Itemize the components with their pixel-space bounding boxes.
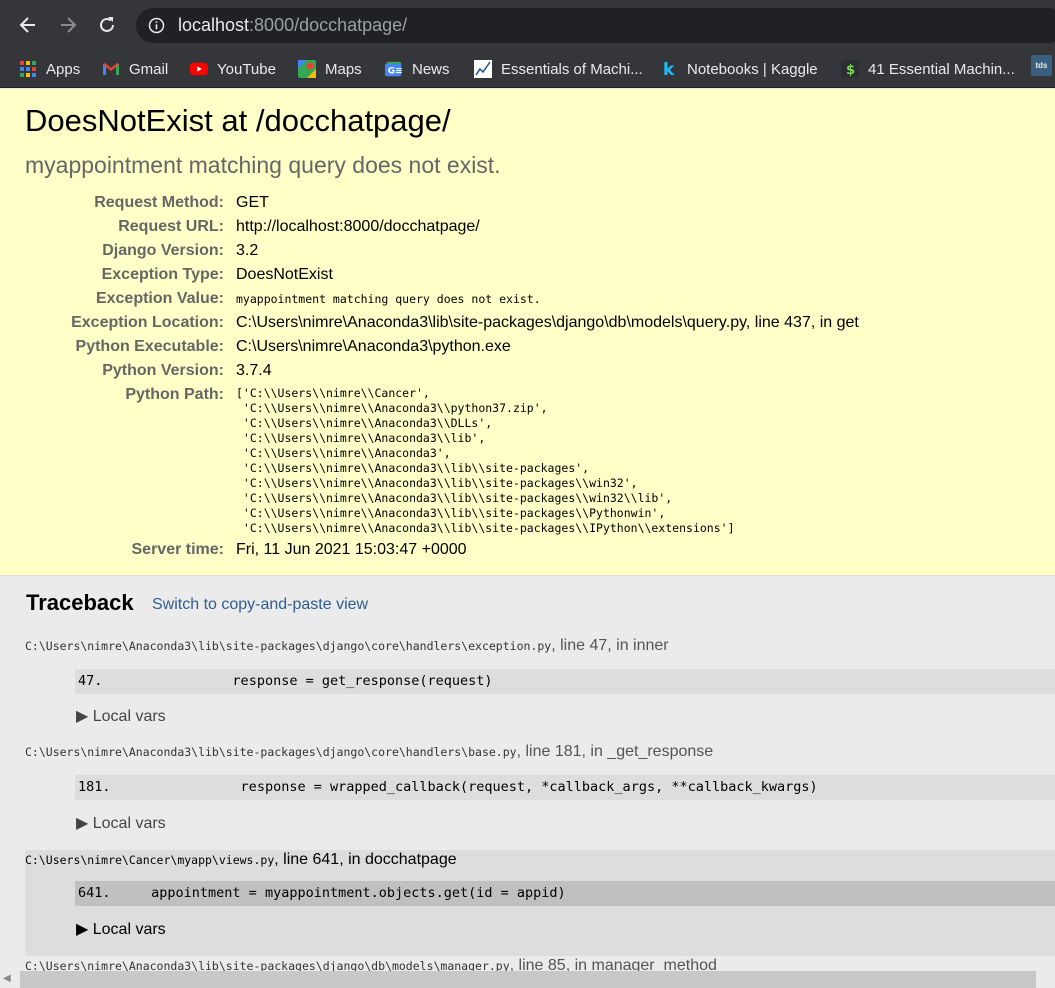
url-text[interactable]: localhost:8000/docchatpage/ (178, 15, 407, 36)
line-number: 181. (78, 779, 111, 795)
maps-icon (298, 60, 316, 78)
dollar-icon: $ (841, 60, 859, 78)
frame-path: C:\Users\nimre\Anaconda3\lib\site-packag… (25, 745, 517, 759)
reload-icon (100, 17, 114, 32)
kaggle-icon: k (660, 60, 678, 78)
bookmark-label: 41 Essential Machin... (868, 60, 1015, 78)
frame-where: , line 641, in docchatpage (274, 851, 457, 868)
meta-label: Request Method: (94, 194, 224, 211)
local-vars-toggle[interactable]: ▶ Local vars (76, 919, 166, 939)
meta-value: 3.2 (236, 242, 259, 259)
bookmark-news[interactable]: G≡ News (385, 57, 450, 81)
meta-label: Django Version: (102, 242, 224, 259)
bookmark-label: Gmail (129, 60, 169, 78)
forward-arrow-icon (61, 17, 77, 33)
bookmark-apps[interactable]: Apps (19, 57, 80, 81)
gmail-icon (102, 60, 120, 78)
bookmark-label: Essentials of Machi... (501, 60, 643, 78)
bookmark-label: News (412, 60, 450, 78)
python-path-list: ['C:\\Users\\nimre\\Cancer', 'C:\\Users\… (236, 386, 735, 535)
address-bar[interactable]: localhost:8000/docchatpage/ (136, 8, 1055, 43)
forward-button[interactable] (51, 8, 85, 42)
svg-text:k: k (663, 60, 675, 78)
meta-label: Exception Type: (101, 266, 224, 283)
code-line[interactable]: 47. response = get_response(request) (75, 669, 1055, 694)
meta-label: Python Executable: (75, 338, 224, 355)
frame-path: C:\Users\nimre\Cancer\myapp\views.py (25, 853, 275, 867)
traceback-heading: Traceback (26, 590, 134, 615)
bookmark-youtube[interactable]: YouTube (190, 57, 276, 81)
frame-location: C:\Users\nimre\Anaconda3\lib\site-packag… (25, 637, 669, 655)
local-vars-toggle[interactable]: ▶ Local vars (76, 706, 166, 726)
url-host: localhost (178, 15, 250, 35)
bookmark-essentials-ml[interactable]: Essentials of Machi... (474, 57, 643, 81)
bookmark-label: YouTube (217, 60, 276, 78)
line-number: 641. (78, 885, 111, 901)
local-vars-toggle[interactable]: ▶ Local vars (76, 813, 166, 833)
page-title: DoesNotExist at /docchatpage/ (25, 103, 451, 138)
reload-button[interactable] (90, 8, 124, 42)
meta-value: GET (236, 194, 269, 211)
url-path: :8000/docchatpage/ (249, 15, 408, 35)
meta-label: Python Path: (125, 386, 224, 403)
switch-view-link[interactable]: Switch to copy-and-paste view (152, 596, 368, 614)
meta-label: Exception Value: (95, 290, 224, 307)
frame-where: , line 181, in _get_response (516, 743, 714, 760)
frame-path: C:\Users\nimre\Anaconda3\lib\site-packag… (25, 639, 552, 653)
svg-text:G≡: G≡ (388, 67, 403, 77)
code-text: response = wrapped_callback(request, *ca… (110, 779, 818, 795)
code-line[interactable]: 641. appointment = myappointment.objects… (75, 881, 1055, 906)
google-news-icon: G≡ (385, 60, 403, 78)
svg-text:$: $ (846, 63, 855, 78)
code-text: appointment = myappointment.objects.get(… (110, 885, 566, 901)
frame-where: , line 47, in inner (551, 637, 669, 654)
horizontal-scrollbar[interactable] (20, 971, 1036, 988)
scroll-left-arrow-icon[interactable]: ◀ (3, 973, 11, 984)
meta-label: Exception Location: (71, 314, 224, 331)
line-number: 47. (78, 673, 103, 689)
bookmark-label: Notebooks | Kaggle (687, 60, 818, 78)
bookmark-kaggle[interactable]: k Notebooks | Kaggle (660, 57, 818, 81)
back-button[interactable] (11, 8, 45, 42)
youtube-icon (190, 60, 208, 78)
meta-value: C:\Users\nimre\Anaconda3\python.exe (236, 338, 511, 355)
frame-location: C:\Users\nimre\Anaconda3\lib\site-packag… (25, 743, 713, 761)
meta-value: DoesNotExist (236, 266, 333, 283)
extension-tds-icon[interactable]: tds (1031, 55, 1052, 76)
error-summary: DoesNotExist at /docchatpage/ myappointm… (0, 89, 1055, 576)
code-text: response = get_response(request) (102, 673, 493, 689)
code-line[interactable]: 181. response = wrapped_callback(request… (75, 775, 1055, 800)
bookmark-label: Maps (325, 60, 362, 78)
frame-location: C:\Users\nimre\Cancer\myapp\views.py, li… (25, 851, 457, 869)
meta-label: Server time: (131, 541, 225, 558)
meta-value: Fri, 11 Jun 2021 15:03:47 +0000 (236, 541, 467, 558)
exception-message: myappointment matching query does not ex… (25, 152, 501, 178)
bookmark-label: Apps (46, 60, 81, 78)
meta-value: myappointment matching query does not ex… (236, 292, 541, 306)
user-code-frame: C:\Users\nimre\Cancer\myapp\views.py, li… (25, 850, 1055, 956)
bookmark-41-essential-ml[interactable]: $ 41 Essential Machin... (841, 57, 1015, 81)
back-arrow-icon (19, 17, 35, 33)
chart-line-icon (474, 60, 492, 78)
meta-label: Python Version: (102, 362, 224, 379)
meta-value: http://localhost:8000/docchatpage/ (236, 218, 480, 235)
bookmarks-bar: Apps Gmail YouTube Maps G≡ News Essentia… (0, 50, 1055, 88)
apps-grid-icon (19, 60, 37, 78)
meta-label: Request URL: (118, 218, 224, 235)
bookmark-maps[interactable]: Maps (298, 57, 362, 81)
bookmark-gmail[interactable]: Gmail (102, 57, 168, 81)
browser-toolbar: localhost:8000/docchatpage/ (0, 0, 1055, 50)
info-icon[interactable] (148, 17, 165, 39)
meta-value: C:\Users\nimre\Anaconda3\lib\site-packag… (236, 314, 859, 331)
meta-value: 3.7.4 (236, 362, 272, 379)
